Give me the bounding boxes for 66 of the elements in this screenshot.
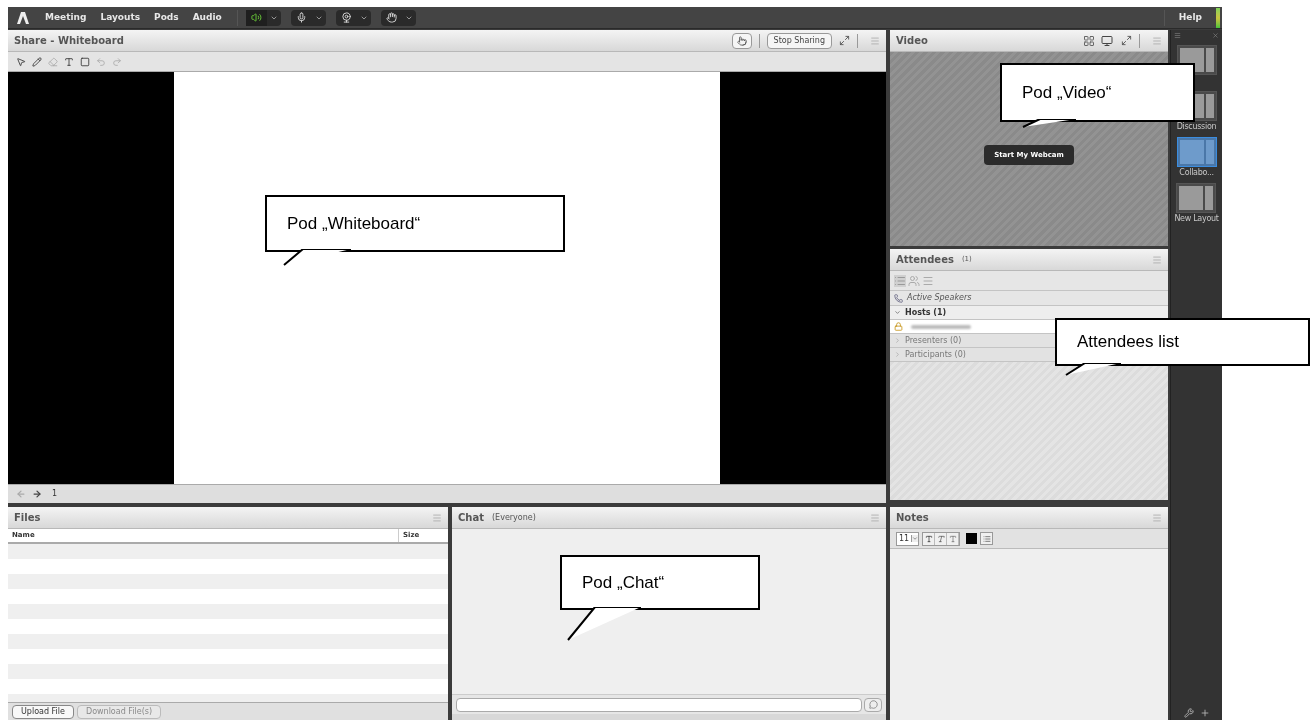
italic-button[interactable]	[935, 532, 948, 545]
menu-item[interactable]: Audio	[185, 10, 229, 25]
page-number: 1	[52, 488, 58, 500]
right-arrow-icon[interactable]	[32, 489, 42, 499]
tools-icon[interactable]	[1183, 708, 1194, 718]
layout-thumbnail	[1176, 137, 1217, 167]
pen-icon[interactable]	[32, 56, 42, 67]
active-speakers-label: Active Speakers	[907, 292, 972, 304]
microphone-icon	[295, 12, 307, 23]
pointer-button[interactable]	[731, 32, 752, 49]
pod-title: Chat	[458, 511, 484, 525]
raised-hand-icon	[385, 12, 397, 23]
help-menu[interactable]: Help	[1164, 10, 1216, 25]
device-button[interactable]	[290, 9, 326, 26]
text-tool-icon[interactable]	[64, 56, 74, 67]
fullscreen-icon[interactable]	[1121, 35, 1132, 46]
text-format-icon	[924, 534, 933, 543]
pointer-icon[interactable]	[16, 56, 26, 67]
file-action-button[interactable]: Upload File	[12, 704, 74, 719]
rectangle-icon[interactable]	[80, 56, 90, 67]
list-view-icon[interactable]	[894, 274, 906, 287]
hand-pointer-icon	[736, 35, 747, 46]
device-button[interactable]	[380, 9, 416, 26]
fullscreen-icon[interactable]	[839, 35, 850, 46]
menu-item[interactable]: Pods	[147, 10, 186, 25]
pod-title: Share - Whiteboard	[14, 34, 124, 48]
host-lock-icon	[894, 322, 903, 331]
single-view-icon[interactable]	[1100, 34, 1114, 47]
phone-icon	[894, 293, 903, 303]
sort-icon[interactable]	[922, 274, 934, 287]
grid-view-icon[interactable]	[1082, 34, 1096, 47]
text-format-icon	[935, 534, 946, 543]
send-button[interactable]	[864, 697, 882, 712]
text-format-icon	[948, 534, 957, 543]
device-button[interactable]	[335, 9, 371, 26]
layout-label: Collabo...	[1179, 168, 1214, 178]
menu-item[interactable]: Layouts	[93, 10, 148, 25]
list-icon	[982, 534, 991, 543]
pod-title: Attendees	[896, 253, 954, 267]
chat-input-field[interactable]	[456, 697, 862, 712]
underline-button[interactable]	[947, 532, 960, 545]
device-button[interactable]	[245, 9, 281, 26]
menu-item[interactable]: Meeting	[38, 10, 94, 25]
menu-icon[interactable]	[1174, 31, 1181, 39]
connection-meter-icon	[1216, 7, 1220, 28]
bold-button[interactable]	[923, 532, 936, 545]
caret-icon	[911, 535, 919, 542]
pod-title: Video	[896, 34, 928, 48]
speaker-icon	[250, 12, 262, 23]
layout-item[interactable]: Collabo...	[1176, 137, 1217, 179]
pod-title: Files	[14, 511, 41, 525]
text-color-swatch[interactable]	[966, 533, 978, 544]
add-icon[interactable]	[1199, 708, 1210, 718]
stop-sharing-button[interactable]: Stop Sharing	[766, 32, 832, 49]
webcam-icon	[340, 12, 352, 23]
close-icon[interactable]	[1212, 31, 1219, 39]
font-size-select[interactable]: 11	[896, 531, 920, 546]
speech-bubble-icon	[868, 700, 878, 709]
pod-title: Notes	[896, 511, 929, 525]
layout-label: Discussion	[1176, 122, 1217, 132]
chat-audience: (Everyone)	[492, 511, 536, 524]
layout-thumbnail	[1176, 183, 1217, 213]
layout-item[interactable]: New Layout	[1174, 183, 1219, 225]
attendee-group-header[interactable]: Hosts (1)	[890, 306, 1168, 320]
layout-label: New Layout	[1174, 214, 1219, 224]
blurred-name	[911, 324, 971, 329]
